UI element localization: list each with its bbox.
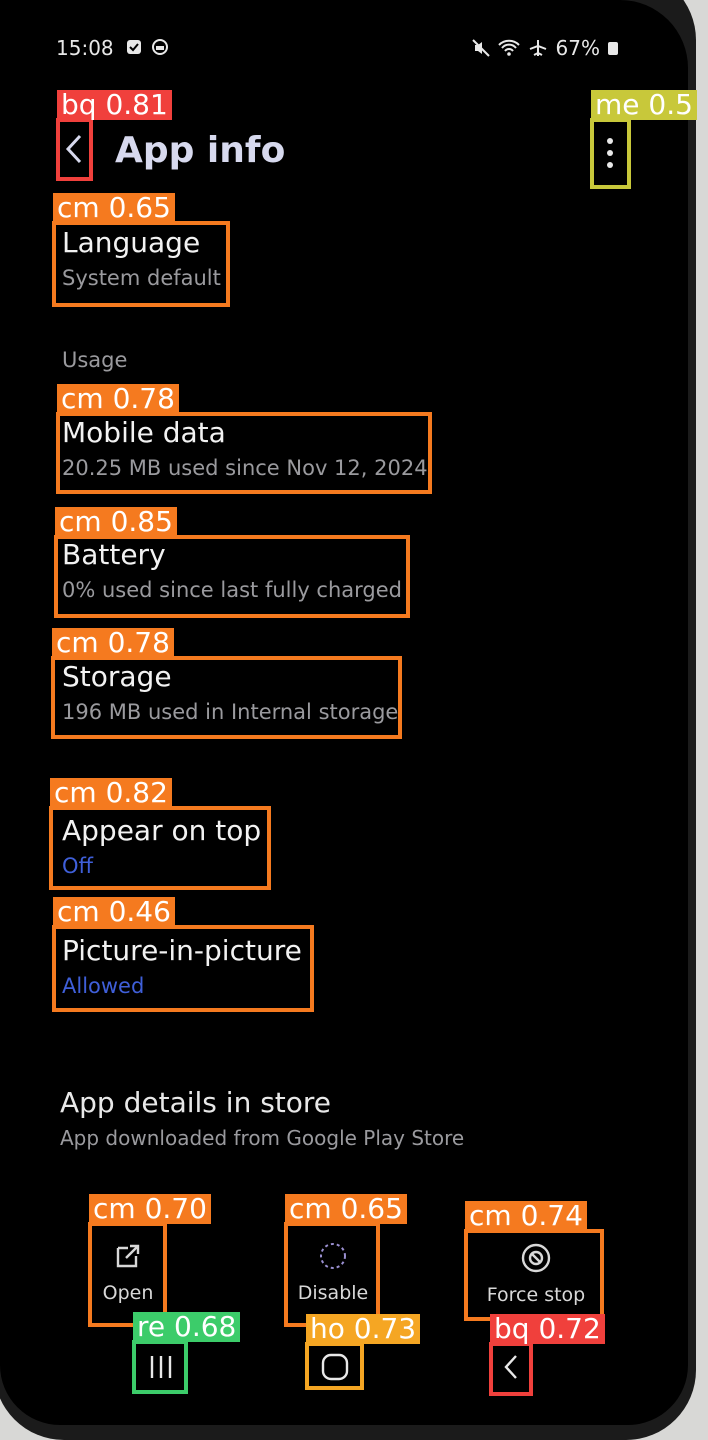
detection-label: cm 0.46 xyxy=(53,897,175,927)
detection-label: cm 0.82 xyxy=(50,778,172,808)
app-indicator-icon xyxy=(152,39,168,55)
detection-label: cm 0.78 xyxy=(57,384,179,414)
mobile-data-value: 20.25 MB used since Nov 12, 2024 xyxy=(62,456,428,480)
detection-label: me 0.5 xyxy=(591,90,697,120)
battery-value: 0% used since last fully charged xyxy=(62,578,402,602)
home-icon[interactable] xyxy=(309,1342,361,1392)
storage-value: 196 MB used in Internal storage xyxy=(62,700,399,724)
store-title: App details in store xyxy=(60,1086,332,1119)
mobile-data-title: Mobile data xyxy=(62,416,226,449)
appear-on-top-title: Appear on top xyxy=(62,814,262,847)
status-bar: 15:08 67% xyxy=(56,36,618,64)
open-external-icon xyxy=(116,1244,140,1268)
battery-setting[interactable]: Battery 0% used since last fully charged xyxy=(62,538,402,604)
usage-section-label: Usage xyxy=(62,348,128,372)
open-label: Open xyxy=(102,1282,154,1304)
disable-button[interactable]: Disable xyxy=(290,1240,376,1304)
picture-in-picture-setting[interactable]: Picture-in-picture Allowed xyxy=(62,934,302,1000)
detection-label: cm 0.78 xyxy=(52,628,174,658)
language-value: System default xyxy=(62,266,221,290)
detection-label: ho 0.73 xyxy=(306,1314,421,1344)
force-stop-label: Force stop xyxy=(486,1284,586,1306)
nav-back-icon[interactable] xyxy=(492,1342,530,1392)
disable-icon xyxy=(320,1243,346,1269)
mobile-data-setting[interactable]: Mobile data 20.25 MB used since Nov 12, … xyxy=(62,416,428,482)
detection-label: cm 0.65 xyxy=(53,193,175,223)
more-options-icon[interactable] xyxy=(590,118,630,188)
store-details[interactable]: App details in store App downloaded from… xyxy=(60,1086,464,1150)
language-title: Language xyxy=(62,226,201,259)
storage-setting[interactable]: Storage 196 MB used in Internal storage xyxy=(62,660,398,726)
pip-value: Allowed xyxy=(62,974,145,998)
detection-label: bq 0.72 xyxy=(490,1314,605,1344)
appear-on-top-setting[interactable]: Appear on top Off xyxy=(62,814,261,880)
disable-label: Disable xyxy=(297,1282,369,1304)
back-icon[interactable] xyxy=(56,118,92,180)
detection-label: bq 0.81 xyxy=(57,90,172,120)
detection-label: cm 0.65 xyxy=(285,1194,407,1224)
open-button[interactable]: Open xyxy=(92,1240,164,1304)
airplane-mode-icon xyxy=(529,40,546,56)
force-stop-icon xyxy=(521,1243,551,1273)
battery-title: Battery xyxy=(62,538,166,571)
wifi-icon xyxy=(497,39,520,56)
detection-label: cm 0.70 xyxy=(89,1194,211,1224)
status-time: 15:08 xyxy=(56,36,114,60)
detection-label: cm 0.85 xyxy=(55,507,177,537)
storage-title: Storage xyxy=(62,660,172,693)
page-title: App info xyxy=(115,130,286,171)
force-stop-button[interactable]: Force stop xyxy=(476,1242,596,1306)
detection-label: cm 0.74 xyxy=(465,1201,587,1231)
battery-percent: 67% xyxy=(555,36,600,60)
pip-title: Picture-in-picture xyxy=(62,934,302,967)
detection-label: re 0.68 xyxy=(133,1312,241,1342)
mute-icon xyxy=(471,39,490,57)
notification-icon xyxy=(127,40,141,54)
battery-icon xyxy=(608,41,618,55)
appear-on-top-value: Off xyxy=(62,854,93,878)
store-subtitle: App downloaded from Google Play Store xyxy=(60,1126,465,1150)
language-setting[interactable]: Language System default xyxy=(62,226,221,292)
recents-icon[interactable] xyxy=(136,1342,186,1392)
